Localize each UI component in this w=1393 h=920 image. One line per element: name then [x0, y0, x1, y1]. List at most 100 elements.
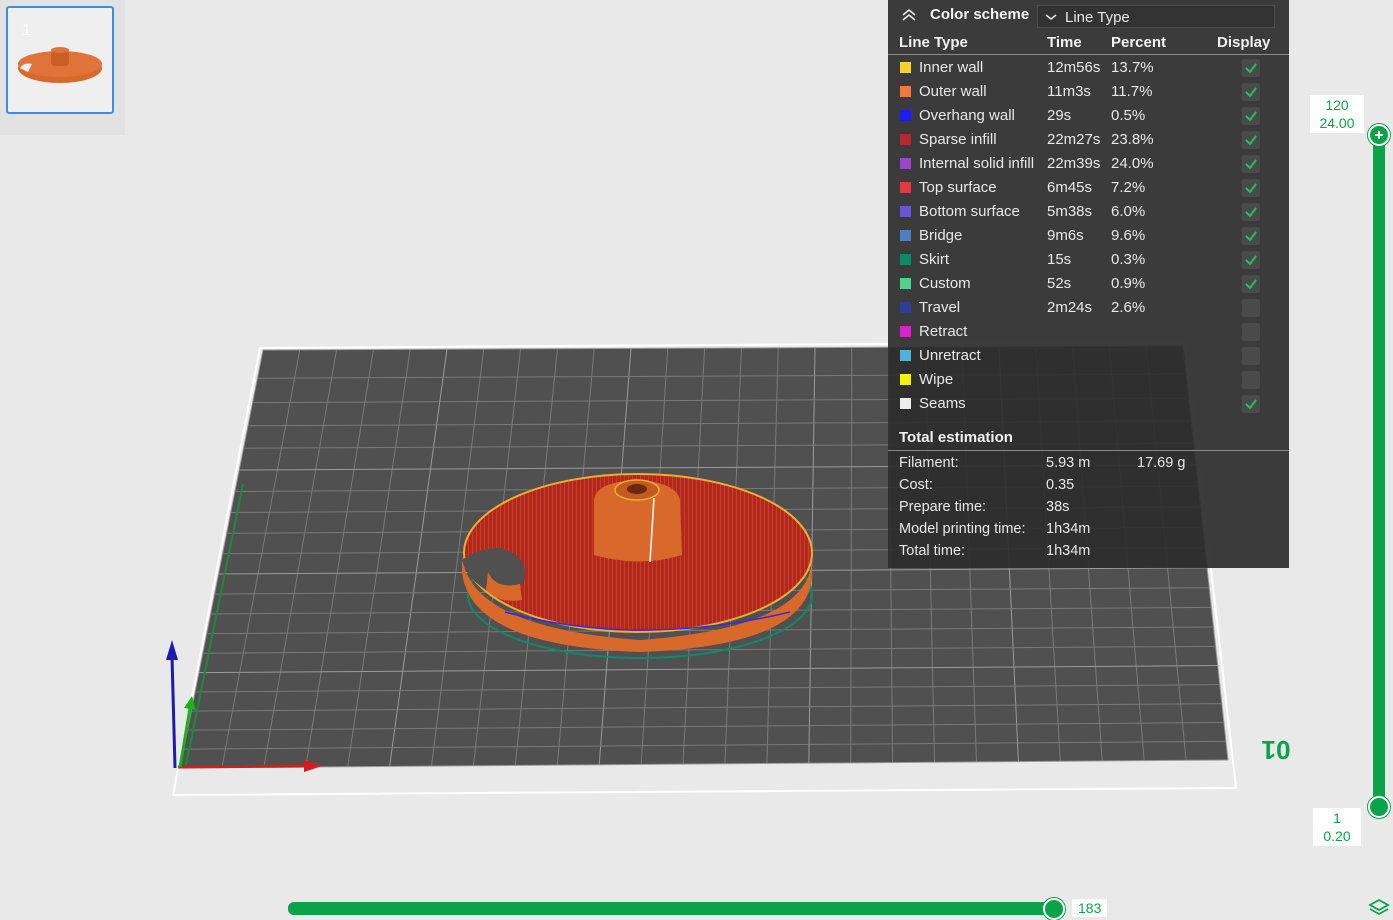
- line-type-name: Internal solid infill: [919, 155, 1035, 172]
- line-type-name: Wipe: [919, 371, 954, 388]
- cost-value: 0.35: [1046, 477, 1075, 493]
- display-checkbox[interactable]: [1242, 131, 1260, 149]
- line-type-swatch: [900, 206, 911, 217]
- display-checkbox[interactable]: [1242, 323, 1260, 341]
- line-type-percent: 2.6%: [1111, 299, 1146, 316]
- legend-header: Color scheme Line Type: [888, 0, 1289, 32]
- line-type-name: Unretract: [919, 347, 981, 364]
- total-time-label: Total time:: [899, 543, 966, 559]
- layers-icon[interactable]: [1368, 898, 1390, 916]
- check-icon: [1245, 183, 1257, 194]
- z-axis: [170, 655, 177, 769]
- column-line-type: Line Type: [899, 34, 968, 51]
- check-icon: [1245, 399, 1257, 410]
- display-checkbox[interactable]: [1242, 275, 1260, 293]
- line-type-time: 9m6s: [1047, 227, 1084, 244]
- legend-row: Retract: [888, 320, 1289, 344]
- chevron-down-icon: [1045, 14, 1057, 20]
- line-type-percent: 6.0%: [1111, 203, 1146, 220]
- collapse-chevron-icon[interactable]: [900, 7, 918, 23]
- line-type-name: Top surface: [919, 179, 997, 196]
- check-icon: [1245, 279, 1257, 290]
- filament-weight: 17.69 g: [1137, 455, 1186, 471]
- line-type-name: Retract: [919, 323, 968, 340]
- x-axis: [177, 764, 309, 769]
- line-type-swatch: [900, 350, 911, 361]
- bottom-layer-height: 0.20: [1323, 828, 1351, 844]
- top-layer-height: 24.00: [1319, 115, 1355, 131]
- line-type-name: Bridge: [919, 227, 963, 244]
- legend-row: Skirt 15s 0.3%: [888, 248, 1289, 272]
- legend-row: Custom 52s 0.9%: [888, 272, 1289, 296]
- move-slider-handle[interactable]: [1043, 898, 1065, 920]
- legend-row: Bridge 9m6s 9.6%: [888, 224, 1289, 248]
- color-scheme-select[interactable]: Line Type: [1037, 5, 1275, 28]
- line-type-time: 29s: [1047, 107, 1072, 124]
- line-type-swatch: [900, 62, 911, 73]
- bed-label: 01: [1262, 735, 1291, 765]
- line-type-name: Skirt: [919, 251, 949, 268]
- line-type-time: 5m38s: [1047, 203, 1093, 220]
- line-type-percent: 0.3%: [1111, 251, 1146, 268]
- display-checkbox[interactable]: [1242, 395, 1260, 413]
- column-percent: Percent: [1111, 34, 1167, 51]
- display-checkbox[interactable]: [1242, 299, 1260, 317]
- display-checkbox[interactable]: [1242, 179, 1260, 197]
- move-slider-value: 183: [1072, 899, 1108, 917]
- legend-panel: Color scheme Line Type Line Type Time Pe…: [888, 0, 1289, 568]
- layer-slider-track[interactable]: [1373, 134, 1385, 808]
- line-type-percent: 0.5%: [1111, 107, 1146, 124]
- display-checkbox[interactable]: [1242, 107, 1260, 125]
- legend-row: Wipe: [888, 368, 1289, 392]
- layer-slider-top-handle[interactable]: [1368, 124, 1390, 146]
- top-layer-number: 120: [1325, 97, 1349, 113]
- prepare-time-value: 38s: [1046, 499, 1070, 515]
- color-scheme-label: Color scheme: [930, 6, 1030, 23]
- check-icon: [1245, 135, 1257, 146]
- move-slider-track[interactable]: [288, 902, 1054, 915]
- plate-thumbnail-strip: 1: [0, 0, 125, 135]
- line-type-name: Travel: [919, 299, 961, 316]
- line-type-name: Outer wall: [919, 83, 987, 100]
- line-type-percent: 24.0%: [1111, 155, 1154, 172]
- check-icon: [1245, 63, 1257, 74]
- top-layer-label: 120 24.00: [1310, 95, 1364, 133]
- color-scheme-value: Line Type: [1065, 9, 1130, 26]
- legend-row: Inner wall 12m56s 13.7%: [888, 56, 1289, 80]
- display-checkbox[interactable]: [1242, 347, 1260, 365]
- plate-number: 1: [22, 22, 31, 39]
- display-checkbox[interactable]: [1242, 203, 1260, 221]
- plate-thumbnail[interactable]: 1: [6, 6, 114, 114]
- line-type-swatch: [900, 326, 911, 337]
- line-type-percent: 23.8%: [1111, 131, 1154, 148]
- line-type-percent: 13.7%: [1111, 59, 1154, 76]
- legend-row: Overhang wall 29s 0.5%: [888, 104, 1289, 128]
- layer-slider-bottom-handle[interactable]: [1368, 796, 1390, 818]
- line-type-swatch: [900, 374, 911, 385]
- model-boss-hole: [627, 484, 647, 494]
- display-checkbox[interactable]: [1242, 155, 1260, 173]
- display-checkbox[interactable]: [1242, 83, 1260, 101]
- legend-row: Internal solid infill 22m39s 24.0%: [888, 152, 1289, 176]
- cost-label: Cost:: [899, 477, 933, 493]
- legend-row: Bottom surface 5m38s 6.0%: [888, 200, 1289, 224]
- legend-row: Top surface 6m45s 7.2%: [888, 176, 1289, 200]
- display-checkbox[interactable]: [1242, 371, 1260, 389]
- line-type-time: 15s: [1047, 251, 1072, 268]
- display-checkbox[interactable]: [1242, 227, 1260, 245]
- line-type-name: Overhang wall: [919, 107, 1015, 124]
- legend-row: Travel 2m24s 2.6%: [888, 296, 1289, 320]
- check-icon: [1245, 207, 1257, 218]
- prepare-time-label: Prepare time:: [899, 499, 987, 515]
- display-checkbox[interactable]: [1242, 251, 1260, 269]
- line-type-swatch: [900, 86, 911, 97]
- line-type-swatch: [900, 182, 911, 193]
- total-estimation-title: Total estimation: [899, 429, 1013, 446]
- line-type-swatch: [900, 134, 911, 145]
- filament-length: 5.93 m: [1046, 455, 1091, 471]
- check-icon: [1245, 255, 1257, 266]
- bottom-layer-label: 1 0.20: [1313, 808, 1361, 846]
- display-checkbox[interactable]: [1242, 59, 1260, 77]
- line-type-swatch: [900, 110, 911, 121]
- line-type-swatch: [900, 158, 911, 169]
